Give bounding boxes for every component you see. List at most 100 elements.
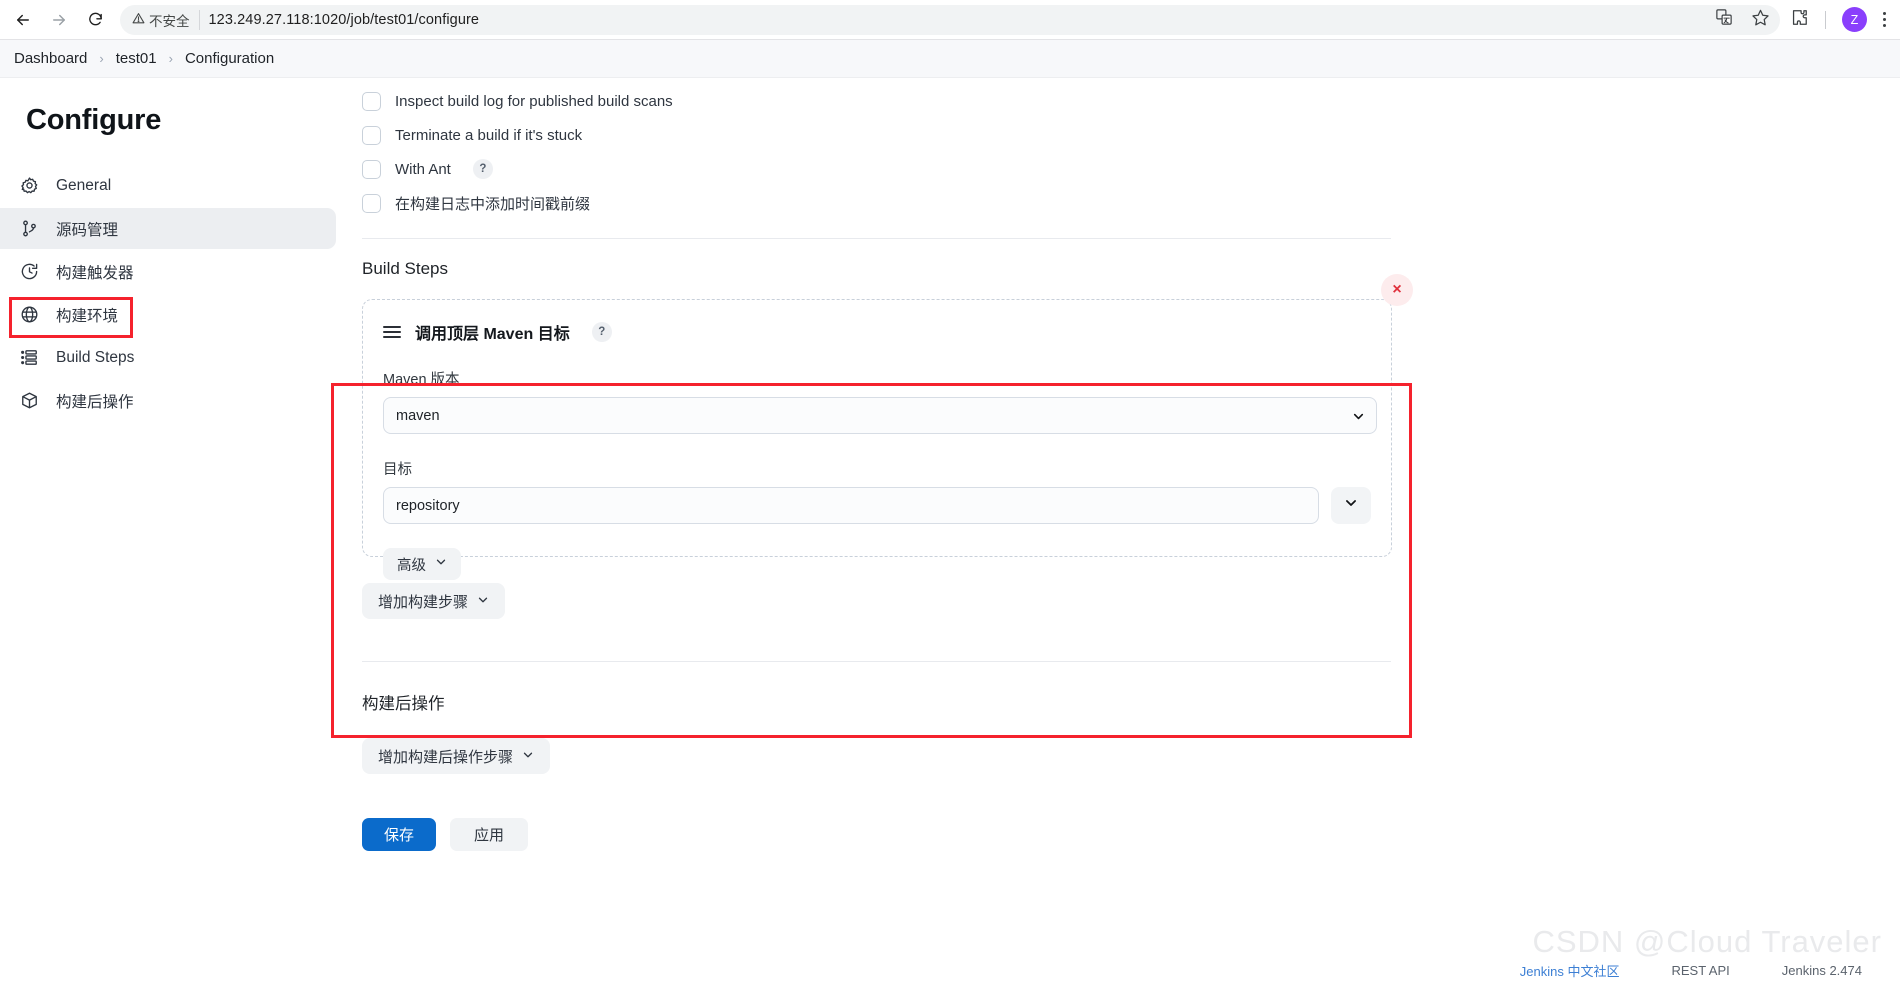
checkbox-row-inspect-build-log[interactable]: Inspect build log for published build sc… bbox=[362, 84, 1586, 118]
goals-dropdown-button[interactable] bbox=[1330, 487, 1371, 524]
sidebar-item-label: 构建环境 bbox=[56, 307, 119, 325]
help-icon[interactable]: ? bbox=[472, 159, 493, 179]
kebab-menu-icon[interactable] bbox=[1883, 12, 1886, 27]
browser-toolbar: 不安全 123.249.27.118:1020/job/test01/confi… bbox=[0, 0, 1900, 40]
divider bbox=[362, 238, 1391, 239]
watermark: CSDN @Cloud Traveler bbox=[1532, 924, 1882, 959]
star-icon[interactable] bbox=[1751, 8, 1770, 32]
goals-value: repository bbox=[396, 497, 460, 514]
goals-row: repository bbox=[383, 487, 1371, 524]
checkbox-label: Inspect build log for published build sc… bbox=[395, 92, 673, 110]
advanced-toggle-button[interactable]: 高级 bbox=[383, 548, 461, 580]
build-step-header: 调用顶层 Maven 目标 ? bbox=[383, 320, 1371, 344]
sidebar-item-source-code-management[interactable]: 源码管理 bbox=[0, 208, 336, 249]
save-button[interactable]: 保存 bbox=[362, 818, 436, 851]
sidebar-item-label: 源码管理 bbox=[56, 221, 119, 239]
omnibox-actions bbox=[1715, 5, 1770, 35]
maven-version-select[interactable]: maven bbox=[383, 397, 1377, 434]
configure-page: Configure General 源码管理 构建触发器 构建环境 Build … bbox=[0, 78, 1900, 988]
package-icon bbox=[18, 390, 40, 412]
breadcrumb-item-configuration[interactable]: Configuration bbox=[185, 50, 274, 67]
sidebar-item-label: General bbox=[56, 176, 112, 194]
forward-button[interactable] bbox=[42, 3, 76, 37]
help-icon[interactable]: ? bbox=[591, 322, 612, 342]
form-actions: 保存 应用 bbox=[362, 818, 1586, 851]
chevron-down-icon bbox=[1344, 496, 1358, 515]
warning-triangle-icon bbox=[132, 12, 145, 28]
add-post-build-step-button[interactable]: 增加构建后操作步骤 bbox=[362, 738, 551, 774]
footer-version: Jenkins 2.474 bbox=[1781, 963, 1862, 978]
field-label-maven-version: Maven 版本 bbox=[383, 372, 460, 388]
reload-icon bbox=[87, 11, 104, 28]
footer-link-community[interactable]: Jenkins 中文社区 bbox=[1520, 961, 1620, 980]
chevron-down-icon bbox=[477, 593, 489, 610]
reload-button[interactable] bbox=[78, 3, 112, 37]
security-label: 不安全 bbox=[149, 13, 190, 29]
back-arrow-icon bbox=[14, 11, 32, 29]
field-label-goals: 目标 bbox=[383, 462, 412, 478]
build-step-wrapper: × 调用顶层 Maven 目标 ? Maven 版本 maven 目标 repo… bbox=[362, 274, 1413, 619]
checkbox[interactable] bbox=[362, 125, 381, 145]
sidebar-item-build-triggers[interactable]: 构建触发器 bbox=[0, 251, 336, 292]
sidebar-item-build-steps[interactable]: Build Steps bbox=[0, 337, 336, 378]
gear-icon bbox=[18, 175, 40, 197]
sidebar-item-label: Build Steps bbox=[56, 348, 135, 366]
goals-input[interactable]: repository bbox=[383, 487, 1319, 524]
drag-handle-icon[interactable] bbox=[383, 325, 401, 339]
section-title-post-build: 构建后操作 bbox=[362, 695, 445, 713]
build-step-card-maven: × 调用顶层 Maven 目标 ? Maven 版本 maven 目标 repo… bbox=[362, 274, 1413, 580]
breadcrumb-item-dashboard[interactable]: Dashboard bbox=[14, 50, 87, 67]
maven-version-value: maven bbox=[396, 407, 440, 424]
breadcrumb-separator: › bbox=[168, 51, 173, 66]
translate-icon[interactable] bbox=[1715, 8, 1733, 31]
list-steps-icon bbox=[18, 347, 40, 369]
address-bar[interactable]: 不安全 123.249.27.118:1020/job/test01/confi… bbox=[120, 4, 1780, 35]
sidebar-item-post-build-actions[interactable]: 构建后操作 bbox=[0, 380, 336, 421]
puzzle-icon[interactable] bbox=[1790, 8, 1809, 32]
site-security-chip[interactable]: 不安全 bbox=[132, 9, 200, 30]
avatar[interactable]: Z bbox=[1842, 7, 1867, 32]
back-button[interactable] bbox=[6, 3, 40, 37]
checkbox-row-timestamp-prefix[interactable]: 在构建日志中添加时间戳前缀 bbox=[362, 186, 1586, 220]
add-build-step-button[interactable]: 增加构建步骤 bbox=[362, 583, 506, 619]
checkbox[interactable] bbox=[362, 159, 381, 179]
clock-icon bbox=[18, 261, 40, 283]
main-content: Inspect build log for published build sc… bbox=[336, 78, 1900, 851]
source-branch-icon bbox=[18, 218, 40, 240]
apply-button[interactable]: 应用 bbox=[450, 818, 528, 851]
sidebar-item-build-environment[interactable]: 构建环境 bbox=[0, 294, 336, 335]
breadcrumb-item-test01[interactable]: test01 bbox=[116, 50, 157, 67]
page-title: Configure bbox=[26, 104, 162, 136]
sidebar: Configure General 源码管理 构建触发器 构建环境 Build … bbox=[0, 78, 336, 423]
build-step-title: 调用顶层 Maven 目标 bbox=[415, 326, 570, 343]
chevron-down-icon bbox=[522, 748, 534, 765]
checkbox-label: Terminate a build if it's stuck bbox=[395, 126, 583, 144]
browser-right-actions: Z bbox=[1790, 7, 1900, 32]
sidebar-item-label: 构建触发器 bbox=[56, 264, 134, 282]
checkbox-row-terminate-stuck-build[interactable]: Terminate a build if it's stuck bbox=[362, 118, 1586, 152]
toolbar-divider bbox=[1825, 10, 1826, 29]
checkbox-label: 在构建日志中添加时间戳前缀 bbox=[395, 195, 591, 213]
checkbox-row-with-ant[interactable]: With Ant ? bbox=[362, 152, 1586, 186]
divider bbox=[362, 661, 1391, 662]
checkbox-label: With Ant bbox=[395, 160, 451, 178]
forward-arrow-icon bbox=[50, 11, 68, 29]
sidebar-item-label: 构建后操作 bbox=[56, 393, 134, 411]
sidebar-menu: General 源码管理 构建触发器 构建环境 Build Steps 构建后操… bbox=[0, 165, 336, 421]
breadcrumb: Dashboard › test01 › Configuration bbox=[0, 40, 1900, 78]
sidebar-item-general[interactable]: General bbox=[0, 165, 336, 206]
footer-link-rest-api[interactable]: REST API bbox=[1671, 963, 1729, 978]
add-build-step-label: 增加构建步骤 bbox=[378, 593, 469, 611]
globe-icon bbox=[18, 304, 40, 326]
chevron-down-icon bbox=[435, 556, 447, 572]
browser-nav-buttons bbox=[0, 3, 112, 37]
breadcrumb-separator: › bbox=[99, 51, 104, 66]
add-post-build-label: 增加构建后操作步骤 bbox=[378, 748, 514, 766]
url-text: 123.249.27.118:1020/job/test01/configure bbox=[208, 11, 480, 28]
footer: Jenkins 中文社区 REST API Jenkins 2.474 bbox=[0, 961, 1900, 980]
checkbox[interactable] bbox=[362, 91, 381, 111]
advanced-label: 高级 bbox=[397, 557, 426, 574]
checkbox[interactable] bbox=[362, 193, 381, 213]
chevron-down-icon bbox=[1352, 410, 1365, 427]
delete-step-button[interactable]: × bbox=[1381, 274, 1413, 306]
